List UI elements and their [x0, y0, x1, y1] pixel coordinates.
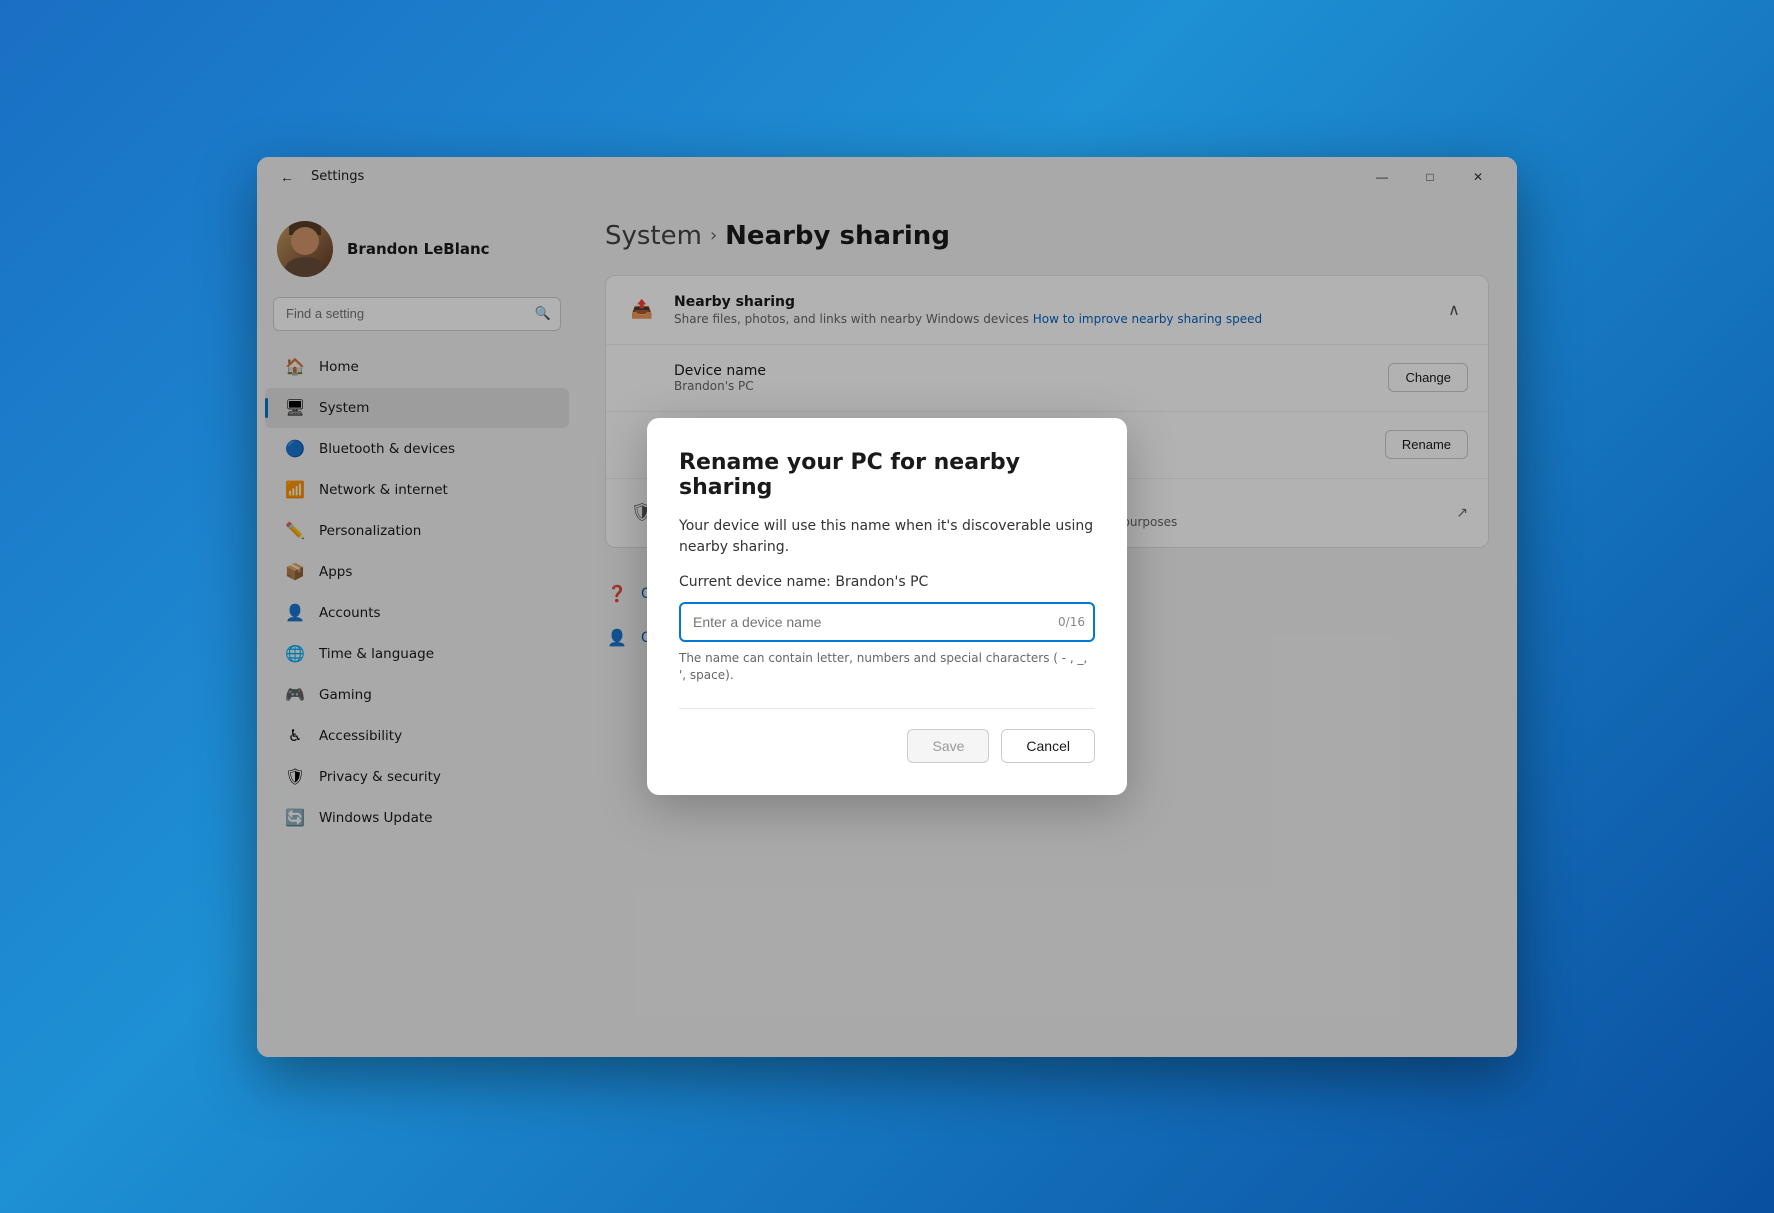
modal-cancel-button[interactable]: Cancel: [1001, 729, 1095, 763]
modal-device-label: Current device name: Brandon's PC: [679, 574, 1095, 590]
modal-title: Rename your PC for nearby sharing: [679, 450, 1095, 500]
rename-dialog: Rename your PC for nearby sharing Your d…: [647, 418, 1127, 795]
char-count: 0/16: [1058, 615, 1085, 629]
device-name-input[interactable]: [679, 602, 1095, 642]
settings-window: ← Settings — □ ✕ Brandon LeBlanc: [257, 157, 1517, 1057]
modal-buttons: Save Cancel: [679, 729, 1095, 763]
modal-description: Your device will use this name when it's…: [679, 516, 1095, 558]
modal-input-wrap: 0/16: [679, 602, 1095, 642]
modal-save-button[interactable]: Save: [907, 729, 989, 763]
modal-hint: The name can contain letter, numbers and…: [679, 650, 1095, 684]
modal-overlay: Rename your PC for nearby sharing Your d…: [257, 157, 1517, 1057]
modal-divider: [679, 708, 1095, 709]
